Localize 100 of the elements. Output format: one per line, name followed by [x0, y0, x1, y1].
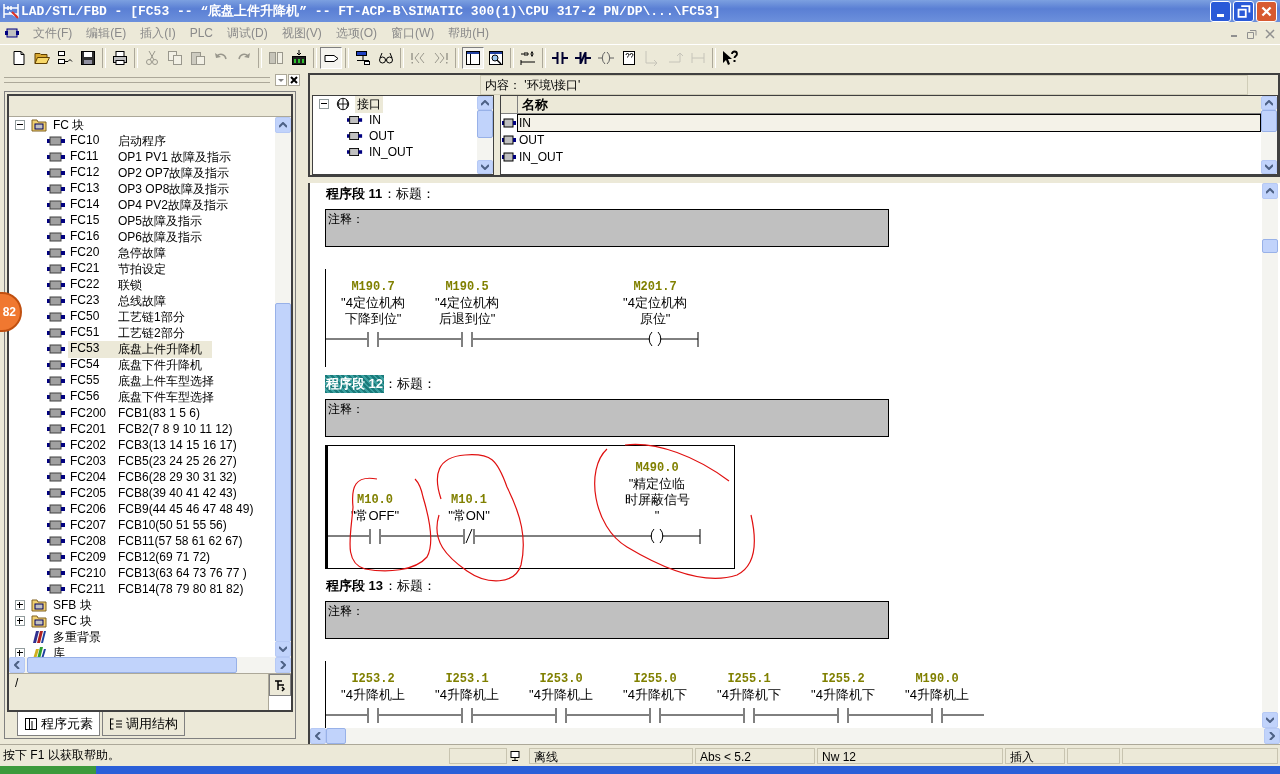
scrollbar[interactable]	[1261, 96, 1277, 174]
tree-item[interactable]: FC211 FCB14(78 79 80 81 82)	[68, 582, 246, 596]
tree-item[interactable]: FC20 急停故障	[68, 244, 212, 262]
scroll-left-button[interactable]	[9, 657, 25, 673]
tree-item[interactable]: FC56 底盘下件车型选择	[68, 388, 216, 406]
tree-item[interactable]: FC200 FCB1(83 1 5 6)	[68, 406, 212, 420]
path-field[interactable]: /	[9, 674, 269, 710]
scroll-thumb[interactable]	[1261, 110, 1277, 132]
comment-field[interactable]: 注释：	[325, 601, 889, 639]
tree-item[interactable]: FC201 FCB2(7 8 9 10 11 12)	[68, 422, 235, 436]
tree-item[interactable]: FC22 联锁	[68, 276, 212, 294]
tree-item[interactable]: IN_OUT	[367, 145, 415, 159]
scroll-up-button[interactable]	[1262, 183, 1278, 199]
scrollbar[interactable]	[1262, 183, 1278, 728]
tree-item[interactable]: FC210 FCB13(63 64 73 76 77 )	[68, 566, 249, 580]
tree-item[interactable]: FC11 OP1 PV1 故障及指示	[68, 148, 234, 166]
tree-item[interactable]: FC50 工艺链1部分	[68, 308, 212, 326]
tree-item[interactable]: IN	[367, 113, 383, 127]
tree-item[interactable]: FC10 启动程序	[68, 132, 212, 150]
tree-item[interactable]: FC53 底盘上件升降机	[68, 340, 212, 358]
expander[interactable]	[319, 99, 329, 109]
tree-item[interactable]: FC207 FCB10(50 51 55 56)	[68, 518, 229, 532]
tree-item[interactable]: FC205 FCB8(39 40 41 42 43)	[68, 486, 239, 500]
network-number[interactable]: 程序段 11	[325, 184, 384, 203]
document-icon[interactable]	[4, 25, 20, 41]
block-icon	[47, 536, 65, 546]
tree-item[interactable]: FC54 底盘下件升降机	[68, 356, 212, 374]
tree-item[interactable]: 接口	[355, 96, 383, 113]
operand-address: M10.0	[357, 492, 393, 508]
open-folder-icon	[34, 50, 50, 66]
tree-item[interactable]: OUT	[367, 129, 397, 143]
minimize-icon	[1231, 35, 1237, 37]
jump-button[interactable]	[269, 674, 291, 696]
scroll-up-button[interactable]	[1261, 96, 1277, 110]
minimize-button[interactable]	[1210, 0, 1231, 22]
scroll-up-button[interactable]	[477, 96, 493, 110]
table-row[interactable]: IN_OUT	[517, 147, 1261, 166]
scrollbar[interactable]	[275, 117, 291, 657]
close-button[interactable]	[288, 74, 300, 86]
expander[interactable]	[15, 600, 25, 610]
tree-item[interactable]: FC202 FCB3(13 14 15 16 17)	[68, 438, 239, 452]
question-box-icon	[621, 50, 637, 66]
block-compare-icon	[268, 50, 284, 66]
comment-field[interactable]: 注释：	[325, 399, 889, 437]
tree-item[interactable]: FC55 底盘上件车型选择	[68, 372, 216, 390]
restore-button[interactable]	[1233, 0, 1254, 22]
table-row[interactable]: OUT	[517, 130, 1261, 149]
panel-tab[interactable]: 程序元素	[17, 712, 100, 736]
rung[interactable]: M190.7 "4定位机构 下降到位" M190.5 "4定位机构 后退到位" M201.7 "4定位机构 原位"	[325, 269, 732, 367]
scroll-thumb[interactable]	[326, 728, 346, 744]
tree-item[interactable]: FC16 OP6故障及指示	[68, 228, 212, 246]
operand-address: M190.7	[351, 279, 395, 295]
tree-item[interactable]: FC15 OP5故障及指示	[68, 212, 212, 230]
scrollbar[interactable]	[9, 657, 291, 673]
tree-item[interactable]: 多重背景	[51, 628, 103, 646]
tree-item[interactable]: SFC 块	[51, 612, 95, 630]
expander[interactable]	[15, 120, 25, 130]
folder-icon	[31, 614, 47, 628]
scroll-thumb[interactable]	[27, 657, 237, 673]
network-number[interactable]: 程序段 12	[325, 374, 385, 393]
tree-item[interactable]: FC206 FCB9(44 45 46 47 48 49)	[68, 502, 256, 516]
scroll-up-button[interactable]	[275, 117, 291, 133]
scroll-thumb[interactable]	[477, 110, 493, 138]
network-number[interactable]: 程序段 13	[325, 576, 385, 595]
expander[interactable]	[15, 616, 25, 626]
scroll-thumb[interactable]	[275, 303, 291, 641]
tree-item[interactable]: FC13 OP3 OP8故障及指示	[68, 180, 232, 198]
scroll-right-button[interactable]	[275, 657, 291, 673]
scroll-down-button[interactable]	[1261, 160, 1277, 174]
scroll-down-button[interactable]	[275, 641, 291, 657]
start-button[interactable]	[0, 766, 96, 774]
block-icon	[47, 264, 65, 274]
scroll-thumb[interactable]	[1262, 239, 1278, 253]
tree-item[interactable]: FC21 节拍设定	[68, 260, 212, 278]
tree-item[interactable]: SFB 块	[51, 596, 94, 614]
scrollbar[interactable]	[310, 728, 1280, 744]
tree-item[interactable]: FC204 FCB6(28 29 30 31 32)	[68, 470, 239, 484]
tree-item[interactable]: FC12 OP2 OP7故障及指示	[68, 164, 232, 182]
block-icon	[47, 232, 65, 242]
window-button[interactable]	[462, 47, 484, 69]
tree-item[interactable]: FC 块	[51, 117, 87, 134]
scroll-right-button[interactable]	[1264, 728, 1280, 744]
comment-field[interactable]: 注释：	[325, 209, 889, 247]
tree-item[interactable]: FC14 OP4 PV2故障及指示	[68, 196, 231, 214]
tree-item[interactable]: FC203 FCB5(23 24 25 26 27)	[68, 454, 239, 468]
block-icon	[47, 296, 65, 306]
scroll-down-button[interactable]	[1262, 712, 1278, 728]
block-icon	[47, 584, 65, 594]
tree-item[interactable]: FC208 FCB11(57 58 61 62 67)	[68, 534, 245, 548]
scrollbar[interactable]	[477, 96, 493, 174]
scroll-down-button[interactable]	[477, 160, 493, 174]
dropdown-button[interactable]	[275, 74, 287, 86]
connection-icon	[690, 50, 706, 66]
tree-item[interactable]: FC51 工艺链2部分	[68, 324, 212, 342]
tree-item[interactable]: FC23 总线故障	[68, 292, 212, 310]
column-header[interactable]: 名称	[518, 96, 548, 113]
panel-tab[interactable]: 调用结构	[102, 712, 185, 736]
tree-item[interactable]: FC209 FCB12(69 71 72)	[68, 550, 213, 564]
tag-button[interactable]	[320, 47, 342, 69]
scroll-left-button[interactable]	[310, 728, 326, 744]
